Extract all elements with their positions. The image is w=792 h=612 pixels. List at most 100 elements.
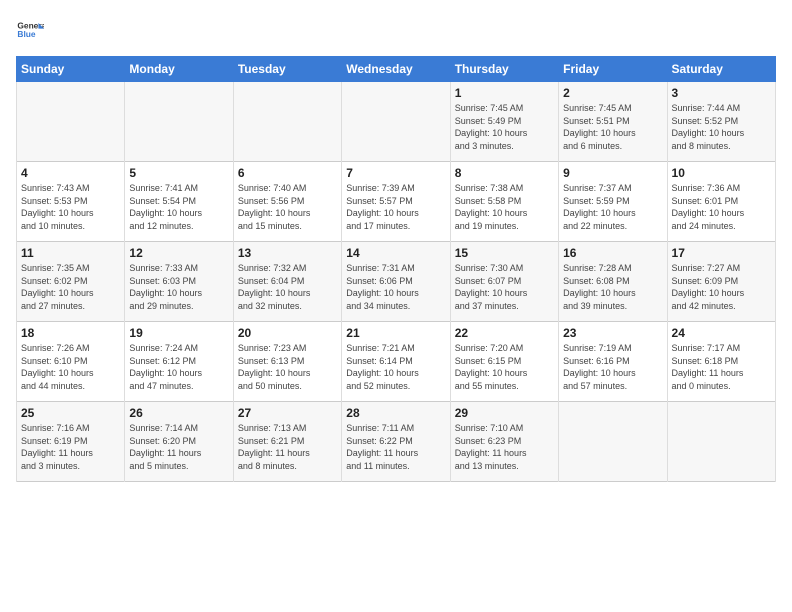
day-number: 19: [129, 326, 228, 340]
day-info: Sunrise: 7:10 AM Sunset: 6:23 PM Dayligh…: [455, 422, 554, 472]
day-info: Sunrise: 7:30 AM Sunset: 6:07 PM Dayligh…: [455, 262, 554, 312]
calendar-cell: 22 Sunrise: 7:20 AM Sunset: 6:15 PM Dayli…: [450, 322, 558, 402]
day-info: Sunrise: 7:17 AM Sunset: 6:18 PM Dayligh…: [672, 342, 771, 392]
day-number: 24: [672, 326, 771, 340]
calendar-cell: 6Sunrise: 7:40 AM Sunset: 5:56 PM Daylig…: [233, 162, 341, 242]
day-number: 26: [129, 406, 228, 420]
day-number: 17: [672, 246, 771, 260]
svg-text:Blue: Blue: [17, 29, 35, 39]
calendar-cell: [559, 402, 667, 482]
day-number: 1: [455, 86, 554, 100]
calendar-cell: 15 Sunrise: 7:30 AM Sunset: 6:07 PM Dayli…: [450, 242, 558, 322]
calendar-cell: 1 Sunrise: 7:45 AM Sunset: 5:49 PM Daylig…: [450, 82, 558, 162]
calendar-cell: 16 Sunrise: 7:28 AM Sunset: 6:08 PM Dayli…: [559, 242, 667, 322]
day-number: 20: [238, 326, 337, 340]
day-info: Sunrise: 7:37 AM Sunset: 5:59 PM Dayligh…: [563, 182, 662, 232]
day-info: Sunrise: 7:13 AM Sunset: 6:21 PM Dayligh…: [238, 422, 337, 472]
calendar-cell: 26Sunrise: 7:14 AM Sunset: 6:20 PM Dayli…: [125, 402, 233, 482]
day-number: 12: [129, 246, 228, 260]
day-info: Sunrise: 7:20 AM Sunset: 6:15 PM Dayligh…: [455, 342, 554, 392]
day-info: Sunrise: 7:11 AM Sunset: 6:22 PM Dayligh…: [346, 422, 445, 472]
day-number: 10: [672, 166, 771, 180]
day-number: 21: [346, 326, 445, 340]
calendar-cell: [125, 82, 233, 162]
day-number: 15: [455, 246, 554, 260]
day-number: 18: [21, 326, 120, 340]
day-info: Sunrise: 7:43 AM Sunset: 5:53 PM Dayligh…: [21, 182, 120, 232]
calendar-week-row: 25 Sunrise: 7:16 AM Sunset: 6:19 PM Dayli…: [17, 402, 776, 482]
calendar-cell: 13 Sunrise: 7:32 AM Sunset: 6:04 PM Dayli…: [233, 242, 341, 322]
calendar-cell: 25 Sunrise: 7:16 AM Sunset: 6:19 PM Dayli…: [17, 402, 125, 482]
weekday-header: Saturday: [667, 57, 775, 82]
day-info: Sunrise: 7:24 AM Sunset: 6:12 PM Dayligh…: [129, 342, 228, 392]
day-info: Sunrise: 7:19 AM Sunset: 6:16 PM Dayligh…: [563, 342, 662, 392]
day-number: 27: [238, 406, 337, 420]
day-number: 4: [21, 166, 120, 180]
day-number: 5: [129, 166, 228, 180]
calendar-cell: 27 Sunrise: 7:13 AM Sunset: 6:21 PM Dayli…: [233, 402, 341, 482]
calendar-cell: [342, 82, 450, 162]
calendar-cell: [17, 82, 125, 162]
calendar-cell: [667, 402, 775, 482]
weekday-header: Monday: [125, 57, 233, 82]
day-number: 16: [563, 246, 662, 260]
day-info: Sunrise: 7:44 AM Sunset: 5:52 PM Dayligh…: [672, 102, 771, 152]
day-info: Sunrise: 7:16 AM Sunset: 6:19 PM Dayligh…: [21, 422, 120, 472]
day-number: 22: [455, 326, 554, 340]
day-number: 14: [346, 246, 445, 260]
calendar-cell: 9 Sunrise: 7:37 AM Sunset: 5:59 PM Daylig…: [559, 162, 667, 242]
weekday-header: Thursday: [450, 57, 558, 82]
calendar-week-row: 4 Sunrise: 7:43 AM Sunset: 5:53 PM Daylig…: [17, 162, 776, 242]
calendar-header: SundayMondayTuesdayWednesdayThursdayFrid…: [17, 57, 776, 82]
day-number: 2: [563, 86, 662, 100]
day-info: Sunrise: 7:45 AM Sunset: 5:49 PM Dayligh…: [455, 102, 554, 152]
day-info: Sunrise: 7:31 AM Sunset: 6:06 PM Dayligh…: [346, 262, 445, 312]
calendar-cell: 19 Sunrise: 7:24 AM Sunset: 6:12 PM Dayli…: [125, 322, 233, 402]
day-number: 7: [346, 166, 445, 180]
calendar-cell: 20 Sunrise: 7:23 AM Sunset: 6:13 PM Dayli…: [233, 322, 341, 402]
day-info: Sunrise: 7:45 AM Sunset: 5:51 PM Dayligh…: [563, 102, 662, 152]
calendar-cell: 28 Sunrise: 7:11 AM Sunset: 6:22 PM Dayli…: [342, 402, 450, 482]
weekday-header: Wednesday: [342, 57, 450, 82]
day-info: Sunrise: 7:21 AM Sunset: 6:14 PM Dayligh…: [346, 342, 445, 392]
calendar-cell: 10Sunrise: 7:36 AM Sunset: 6:01 PM Dayli…: [667, 162, 775, 242]
day-info: Sunrise: 7:32 AM Sunset: 6:04 PM Dayligh…: [238, 262, 337, 312]
day-info: Sunrise: 7:23 AM Sunset: 6:13 PM Dayligh…: [238, 342, 337, 392]
calendar-cell: 23Sunrise: 7:19 AM Sunset: 6:16 PM Dayli…: [559, 322, 667, 402]
calendar-cell: 17Sunrise: 7:27 AM Sunset: 6:09 PM Dayli…: [667, 242, 775, 322]
page-header: General Blue: [16, 16, 776, 44]
day-info: Sunrise: 7:26 AM Sunset: 6:10 PM Dayligh…: [21, 342, 120, 392]
day-info: Sunrise: 7:41 AM Sunset: 5:54 PM Dayligh…: [129, 182, 228, 232]
calendar-cell: 14 Sunrise: 7:31 AM Sunset: 6:06 PM Dayli…: [342, 242, 450, 322]
calendar-cell: 7 Sunrise: 7:39 AM Sunset: 5:57 PM Daylig…: [342, 162, 450, 242]
calendar-cell: 24 Sunrise: 7:17 AM Sunset: 6:18 PM Dayli…: [667, 322, 775, 402]
day-info: Sunrise: 7:35 AM Sunset: 6:02 PM Dayligh…: [21, 262, 120, 312]
weekday-header: Tuesday: [233, 57, 341, 82]
day-number: 28: [346, 406, 445, 420]
logo: General Blue: [16, 16, 44, 44]
day-info: Sunrise: 7:38 AM Sunset: 5:58 PM Dayligh…: [455, 182, 554, 232]
logo-icon: General Blue: [16, 16, 44, 44]
day-info: Sunrise: 7:28 AM Sunset: 6:08 PM Dayligh…: [563, 262, 662, 312]
calendar-cell: 8 Sunrise: 7:38 AM Sunset: 5:58 PM Daylig…: [450, 162, 558, 242]
day-info: Sunrise: 7:40 AM Sunset: 5:56 PM Dayligh…: [238, 182, 337, 232]
day-number: 11: [21, 246, 120, 260]
weekday-header: Sunday: [17, 57, 125, 82]
day-info: Sunrise: 7:39 AM Sunset: 5:57 PM Dayligh…: [346, 182, 445, 232]
weekday-header: Friday: [559, 57, 667, 82]
day-number: 29: [455, 406, 554, 420]
calendar-cell: 3Sunrise: 7:44 AM Sunset: 5:52 PM Daylig…: [667, 82, 775, 162]
calendar-cell: 29 Sunrise: 7:10 AM Sunset: 6:23 PM Dayli…: [450, 402, 558, 482]
day-number: 9: [563, 166, 662, 180]
day-number: 8: [455, 166, 554, 180]
calendar-cell: 18 Sunrise: 7:26 AM Sunset: 6:10 PM Dayli…: [17, 322, 125, 402]
calendar-cell: 11 Sunrise: 7:35 AM Sunset: 6:02 PM Dayli…: [17, 242, 125, 322]
calendar-week-row: 11 Sunrise: 7:35 AM Sunset: 6:02 PM Dayli…: [17, 242, 776, 322]
day-number: 25: [21, 406, 120, 420]
day-info: Sunrise: 7:33 AM Sunset: 6:03 PM Dayligh…: [129, 262, 228, 312]
calendar-cell: 2 Sunrise: 7:45 AM Sunset: 5:51 PM Daylig…: [559, 82, 667, 162]
calendar-cell: [233, 82, 341, 162]
day-number: 13: [238, 246, 337, 260]
calendar-cell: 12 Sunrise: 7:33 AM Sunset: 6:03 PM Dayli…: [125, 242, 233, 322]
calendar-week-row: 1 Sunrise: 7:45 AM Sunset: 5:49 PM Daylig…: [17, 82, 776, 162]
